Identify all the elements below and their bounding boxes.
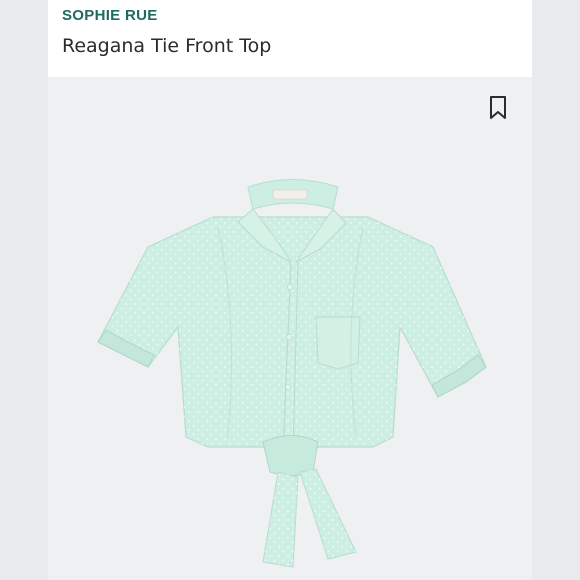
shirt-photo	[97, 179, 487, 568]
product-header: SOPHIE RUE Reagana Tie Front Top	[48, 0, 532, 77]
page-frame: SOPHIE RUE Reagana Tie Front Top	[0, 0, 580, 580]
brand-name[interactable]: SOPHIE RUE	[62, 7, 158, 24]
product-card: SOPHIE RUE Reagana Tie Front Top	[48, 0, 532, 580]
product-title: Reagana Tie Front Top	[62, 35, 272, 57]
bookmark-icon[interactable]	[488, 95, 508, 121]
product-image-area	[48, 77, 532, 580]
